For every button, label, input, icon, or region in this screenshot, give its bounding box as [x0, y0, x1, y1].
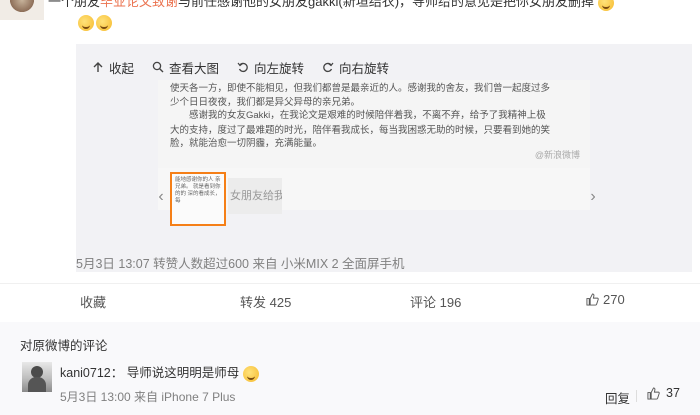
thumbs-up-icon	[647, 386, 660, 400]
thumbs-up-icon	[586, 293, 599, 306]
rotate-left-button[interactable]: 向左旋转	[237, 58, 304, 77]
document-line: 少个日日夜夜，我们都是异父异母的亲兄弟。	[170, 96, 361, 108]
view-large-image-label: 查看大图	[169, 61, 220, 76]
view-large-image-button[interactable]: 查看大图	[152, 58, 219, 77]
repost-label: 转发 425	[240, 295, 292, 310]
laugh-cry-emoji-icon	[96, 14, 112, 31]
post-text-line: 一个朋友毕业论文致谢与前任感谢他的女朋友gakki(新垣结衣)，导师给的意见是把…	[48, 0, 616, 12]
comments-header: 对原微博的评论	[20, 339, 108, 353]
thumbnail-selected[interactable]: 能地感谢你的人 亲兄弟。 就是看到你的的 深的看成长，每	[170, 172, 226, 226]
laugh-cry-emoji-icon	[597, 0, 614, 11]
comment-meta: 5月3日 13:00 来自 iPhone 7 Plus	[60, 390, 236, 404]
comment-username[interactable]: kani0712	[60, 366, 111, 380]
arrow-up-icon	[93, 62, 103, 72]
rotate-right-label: 向右旋转	[339, 61, 390, 76]
action-bar: 收藏 转发 425 评论 196 270	[0, 283, 700, 315]
comment-like-count: 37	[666, 386, 680, 400]
comment-button[interactable]: 评论 196	[410, 292, 461, 311]
document-line: 感谢我的女友Gakki，在我论文是艰难的时候陪伴着我，不离不弃，给予了我精神上极	[189, 110, 546, 121]
favorite-label: 收藏	[80, 295, 107, 310]
collapse-label: 收起	[109, 61, 135, 76]
post-text-suffix: 与前任感谢他的女朋友gakki(新垣结衣)，导师给的意见是把你女朋友删掉	[178, 0, 595, 9]
thumbnail-text: 能地感谢你的人 亲兄弟。 就是看到你的的 深的看成长，每	[175, 177, 221, 204]
watermark: @新浪微博	[534, 149, 580, 160]
rotate-right-button[interactable]: 向右旋转	[322, 58, 389, 77]
rotate-left-icon	[237, 62, 248, 73]
thumb-prev-icon[interactable]: ‹	[154, 186, 168, 208]
thesis-document-image: 使天各一方，即使不能相见，但我们都曾是最亲近的人。感谢我的舍友，我们曾一起度过多…	[158, 80, 590, 168]
thumbnail-text: 女朋友给我	[230, 190, 282, 202]
laugh-cry-emoji-icon	[242, 365, 259, 382]
magnifier-icon	[152, 61, 164, 73]
poster-avatar[interactable]	[0, 0, 44, 20]
post-text-link[interactable]: 毕业论文致谢	[100, 0, 178, 9]
expanded-image-box: 收起 查看大图 向左旋转 向右旋转 使天各一方，即使不能相见，但我们都曾是最亲近…	[76, 44, 692, 272]
rotate-right-icon	[323, 62, 334, 73]
post-text-prefix: 一个朋友	[48, 0, 101, 9]
divider	[636, 390, 637, 402]
image-toolbar: 收起 查看大图 向左旋转 向右旋转	[92, 56, 389, 78]
rotate-left-label: 向左旋转	[254, 61, 305, 76]
thumbnail-strip: ‹ 能地感谢你的人 亲兄弟。 就是看到你的的 深的看成长，每 女朋友给我 ›	[158, 172, 604, 226]
comment-body: kani0712： 导师说这明明是师母	[60, 362, 261, 382]
comment-avatar[interactable]	[22, 362, 52, 392]
like-button[interactable]: 270	[586, 292, 625, 307]
document-line: 脸，就能治愈一切阴霾，充满能量。	[170, 138, 323, 149]
laugh-cry-emoji-icon	[78, 14, 94, 31]
favorite-button[interactable]: 收藏	[80, 292, 106, 311]
collapse-button[interactable]: 收起	[92, 58, 134, 77]
comments-section: 对原微博的评论 kani0712： 导师说这明明是师母 5月3日 13:00 来…	[0, 322, 700, 415]
document-line: 大的支持，度过了最难题的时光，陪伴看我成长，每当我困惑无助的时候，只要看到她的笑	[170, 124, 551, 136]
thumb-next-icon[interactable]: ›	[586, 186, 600, 208]
document-line: 使天各一方，即使不能相见，但我们都曾是最亲近的人。感谢我的舍友，我们曾一起度过多	[170, 83, 551, 94]
repost-meta: 5月3日 13:07 转赞人数超过600 来自 小米MIX 2 全面屏手机	[76, 257, 405, 271]
comment-text: ： 导师说这明明是师母	[110, 366, 240, 380]
post-text: 一个朋友毕业论文致谢与前任感谢他的女朋友gakki(新垣结衣)，导师给的意见是把…	[48, 0, 688, 44]
like-count: 270	[603, 292, 625, 307]
comment-like-button[interactable]: 37	[647, 386, 680, 400]
post-emoji-row	[78, 12, 114, 32]
thumbnail[interactable]: 女朋友给我	[228, 178, 282, 214]
comment-label: 评论 196	[410, 295, 462, 310]
reply-button[interactable]: 回复	[605, 388, 630, 407]
repost-button[interactable]: 转发 425	[240, 292, 291, 311]
